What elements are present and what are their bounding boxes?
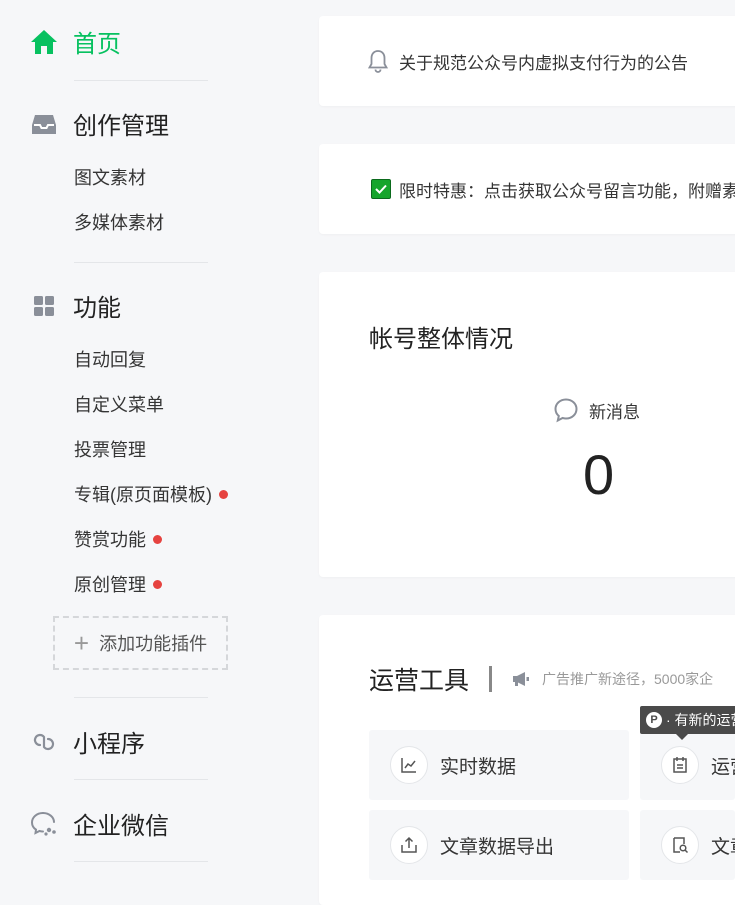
- new-messages-count[interactable]: 0: [583, 442, 614, 507]
- divider: [74, 262, 208, 263]
- tool-article[interactable]: 文章: [640, 810, 735, 880]
- tool-operations[interactable]: 运营: [640, 730, 735, 800]
- calendar-icon: [661, 746, 699, 784]
- nav-item-image-text[interactable]: 图文素材: [74, 164, 146, 190]
- grid-icon: [30, 292, 58, 320]
- new-badge-dot: [153, 579, 162, 589]
- nav-miniprogram-label: 小程序: [73, 731, 145, 758]
- nav-functions-label: 功能: [73, 295, 121, 322]
- link-icon: [30, 728, 58, 756]
- new-badge-dot: [153, 534, 162, 544]
- tool-realtime-data[interactable]: 实时数据: [369, 730, 629, 800]
- p-badge-icon: P: [646, 712, 662, 728]
- tool-label: 实时数据: [440, 756, 517, 778]
- new-messages-label: 新消息: [589, 402, 640, 422]
- promo-card[interactable]: 限时特惠：点击获取公众号留言功能，附赠素: [319, 144, 735, 234]
- nav-home[interactable]: 首页: [30, 24, 121, 59]
- overview-title: 帐号整体情况: [369, 326, 513, 353]
- bell-icon: [367, 49, 389, 73]
- tooltip-arrow: [676, 734, 688, 740]
- promo-text[interactable]: 限时特惠：点击获取公众号留言功能，附赠素: [399, 177, 735, 202]
- nav-home-label: 首页: [73, 31, 121, 58]
- checkbox-icon: [371, 179, 391, 199]
- nav-item-multimedia[interactable]: 多媒体素材: [74, 209, 164, 235]
- nav-item-vote[interactable]: 投票管理: [74, 436, 146, 462]
- nav-item-album[interactable]: 专辑(原页面模板): [74, 481, 228, 507]
- home-icon: [30, 28, 58, 56]
- inbox-icon: [30, 110, 58, 138]
- export-icon: [390, 826, 428, 864]
- nav-wecom-label: 企业微信: [73, 813, 169, 840]
- nav-wecom[interactable]: 企业微信: [30, 806, 169, 841]
- title-separator: [489, 666, 493, 692]
- nav-creation[interactable]: 创作管理: [30, 106, 169, 141]
- megaphone-icon: [512, 671, 530, 687]
- new-messages-label-row[interactable]: 新消息: [553, 397, 640, 423]
- tool-label: 文章: [711, 836, 735, 858]
- doc-search-icon: [661, 826, 699, 864]
- nav-creation-label: 创作管理: [73, 113, 169, 140]
- overview-card: 帐号整体情况 新消息 0: [319, 272, 735, 577]
- chat-bubble-icon: [553, 397, 579, 423]
- divider: [74, 779, 208, 780]
- tooltip-text: · 有新的运营: [666, 712, 735, 728]
- tool-article-export[interactable]: 文章数据导出: [369, 810, 629, 880]
- nav-item-auto-reply[interactable]: 自动回复: [74, 346, 146, 372]
- wecom-icon: [30, 810, 58, 838]
- plus-icon: +: [73, 628, 90, 658]
- divider: [74, 80, 208, 81]
- add-plugin-button[interactable]: + 添加功能插件: [53, 616, 228, 670]
- tools-title: 运营工具: [369, 667, 470, 695]
- new-badge-dot: [219, 489, 228, 499]
- tool-label: 运营: [711, 756, 735, 778]
- add-plugin-label: 添加功能插件: [99, 634, 208, 654]
- sidebar: 首页 创作管理 图文素材 多媒体素材 功能 自动回复 自定义菜单 投票管理 专辑…: [0, 0, 300, 888]
- notice-text[interactable]: 关于规范公众号内虚拟支付行为的公告: [399, 49, 688, 74]
- nav-functions[interactable]: 功能: [30, 288, 121, 323]
- ad-promo-text[interactable]: 广告推广新途径，5000家企: [542, 669, 713, 689]
- nav-item-custom-menu[interactable]: 自定义菜单: [74, 391, 164, 417]
- nav-item-reward[interactable]: 赞赏功能: [74, 526, 162, 552]
- nav-item-original[interactable]: 原创管理: [74, 571, 162, 597]
- nav-miniprogram[interactable]: 小程序: [30, 724, 145, 759]
- notice-card[interactable]: 关于规范公众号内虚拟支付行为的公告: [319, 16, 735, 106]
- chart-line-icon: [390, 746, 428, 784]
- tool-label: 文章数据导出: [440, 836, 555, 858]
- new-feature-tooltip[interactable]: P · 有新的运营: [640, 706, 735, 734]
- divider: [74, 697, 208, 698]
- divider: [74, 861, 208, 862]
